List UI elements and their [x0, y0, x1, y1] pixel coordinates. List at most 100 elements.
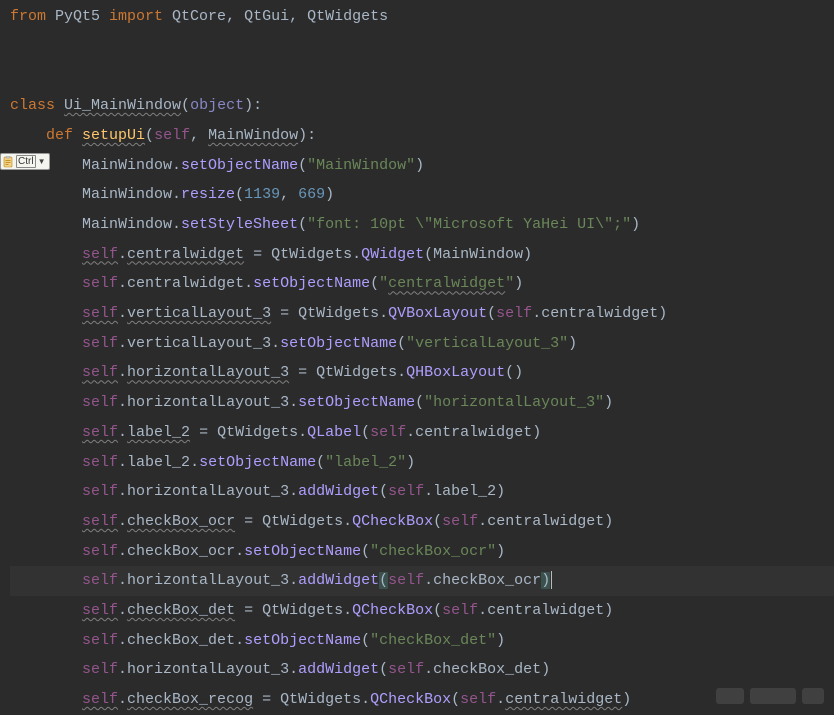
token: .	[298, 424, 307, 441]
token: )	[406, 454, 415, 471]
token: )	[532, 424, 541, 441]
token: addWidget	[298, 572, 379, 589]
token: .	[361, 691, 370, 708]
token: setObjectName	[244, 632, 361, 649]
code-line[interactable]: self.checkBox_det.setObjectName("checkBo…	[10, 626, 834, 656]
token: .	[118, 424, 127, 441]
token: setObjectName	[181, 157, 298, 174]
code-line[interactable]: self.checkBox_recog = QtWidgets.QCheckBo…	[10, 685, 834, 715]
token: QCheckBox	[370, 691, 451, 708]
code-line[interactable]	[10, 32, 834, 62]
token: )	[604, 513, 613, 530]
token: QWidget	[361, 246, 424, 263]
token: .	[118, 246, 127, 263]
code-line[interactable]: self.verticalLayout_3.setObjectName("ver…	[10, 329, 834, 359]
token: .	[343, 513, 352, 530]
token: self	[82, 691, 118, 708]
token: =	[235, 513, 262, 530]
paste-options-popup[interactable]: Ctrl ▼	[0, 153, 50, 170]
code-line[interactable]: self.checkBox_ocr = QtWidgets.QCheckBox(…	[10, 507, 834, 537]
token: )	[496, 483, 505, 500]
token: MainWindow	[82, 216, 172, 233]
token: horizontalLayout_3	[127, 661, 289, 678]
token: self	[82, 483, 118, 500]
token: addWidget	[298, 483, 379, 500]
token: Ui_MainWindow	[64, 97, 181, 114]
token: .	[172, 186, 181, 203]
code-line[interactable]: self.horizontalLayout_3.setObjectName("h…	[10, 388, 834, 418]
code-line[interactable]: self.centralwidget = QtWidgets.QWidget(M…	[10, 240, 834, 270]
code-line[interactable]: self.horizontalLayout_3 = QtWidgets.QHBo…	[10, 358, 834, 388]
token: MainWindow	[82, 157, 172, 174]
token: .	[424, 661, 433, 678]
code-line[interactable]: from PyQt5 import QtCore, QtGui, QtWidge…	[10, 2, 834, 32]
token: label_2	[127, 424, 190, 441]
token: checkBox_ocr	[127, 543, 235, 560]
token: self	[82, 513, 118, 530]
code-line[interactable]: self.centralwidget.setObjectName("centra…	[10, 269, 834, 299]
code-line[interactable]: self.verticalLayout_3 = QtWidgets.QVBoxL…	[10, 299, 834, 329]
token: ):	[244, 97, 262, 114]
token: (	[298, 216, 307, 233]
token: (	[298, 157, 307, 174]
code-line[interactable]: self.label_2.setObjectName("label_2")	[10, 448, 834, 478]
token: setObjectName	[253, 275, 370, 292]
code-line[interactable]: self.horizontalLayout_3.addWidget(self.c…	[10, 655, 834, 685]
token: .	[118, 632, 127, 649]
token: resize	[181, 186, 235, 203]
token: )	[325, 186, 334, 203]
token: .	[118, 335, 127, 352]
token: .	[118, 394, 127, 411]
code-line[interactable]: self.label_2 = QtWidgets.QLabel(self.cen…	[10, 418, 834, 448]
token: .	[532, 305, 541, 322]
token: self	[154, 127, 190, 144]
token: checkBox_det	[127, 632, 235, 649]
token: centralwidget	[487, 513, 604, 530]
token: .	[289, 394, 298, 411]
token: )	[514, 275, 523, 292]
token: (	[487, 305, 496, 322]
token: .	[118, 275, 127, 292]
token: self	[82, 394, 118, 411]
paste-popup-label: Ctrl	[16, 155, 36, 168]
token: )	[541, 572, 550, 589]
code-line[interactable]: self.horizontalLayout_3.addWidget(self.c…	[10, 566, 834, 596]
token: self	[82, 335, 118, 352]
token: "font: 10pt \"Microsoft YaHei UI\";"	[307, 216, 631, 233]
token: 669	[298, 186, 325, 203]
code-editor[interactable]: from PyQt5 import QtCore, QtGui, QtWidge…	[10, 0, 834, 715]
token: =	[253, 691, 280, 708]
token: .	[118, 602, 127, 619]
token: self	[370, 424, 406, 441]
token: )	[631, 216, 640, 233]
token: =	[289, 364, 316, 381]
code-line[interactable]: class Ui_MainWindow(object):	[10, 91, 834, 121]
token: "MainWindow"	[307, 157, 415, 174]
token: .	[271, 335, 280, 352]
token: (	[370, 275, 379, 292]
token: horizontalLayout_3	[127, 394, 289, 411]
code-line[interactable]: MainWindow.resize(1139, 669)	[10, 180, 834, 210]
token: QtWidgets	[307, 8, 388, 25]
token: setObjectName	[298, 394, 415, 411]
code-line[interactable]	[10, 61, 834, 91]
code-line[interactable]: def setupUi(self, MainWindow):	[10, 121, 834, 151]
code-line[interactable]: self.checkBox_det = QtWidgets.QCheckBox(…	[10, 596, 834, 626]
code-line[interactable]: MainWindow.setStyleSheet("font: 10pt \"M…	[10, 210, 834, 240]
token: .	[352, 246, 361, 263]
token: .	[118, 691, 127, 708]
token: self	[82, 632, 118, 649]
token: MainWindow	[208, 127, 298, 144]
token: (	[316, 454, 325, 471]
token: verticalLayout_3	[127, 335, 271, 352]
token: (	[145, 127, 154, 144]
token: "	[505, 275, 514, 292]
code-line[interactable]: MainWindow.setObjectName("MainWindow")	[10, 151, 834, 181]
token: (	[433, 602, 442, 619]
code-line[interactable]: self.horizontalLayout_3.addWidget(self.l…	[10, 477, 834, 507]
token: .	[118, 454, 127, 471]
token: verticalLayout_3	[127, 305, 271, 322]
token: .	[289, 572, 298, 589]
code-line[interactable]: self.checkBox_ocr.setObjectName("checkBo…	[10, 537, 834, 567]
token: horizontalLayout_3	[127, 572, 289, 589]
